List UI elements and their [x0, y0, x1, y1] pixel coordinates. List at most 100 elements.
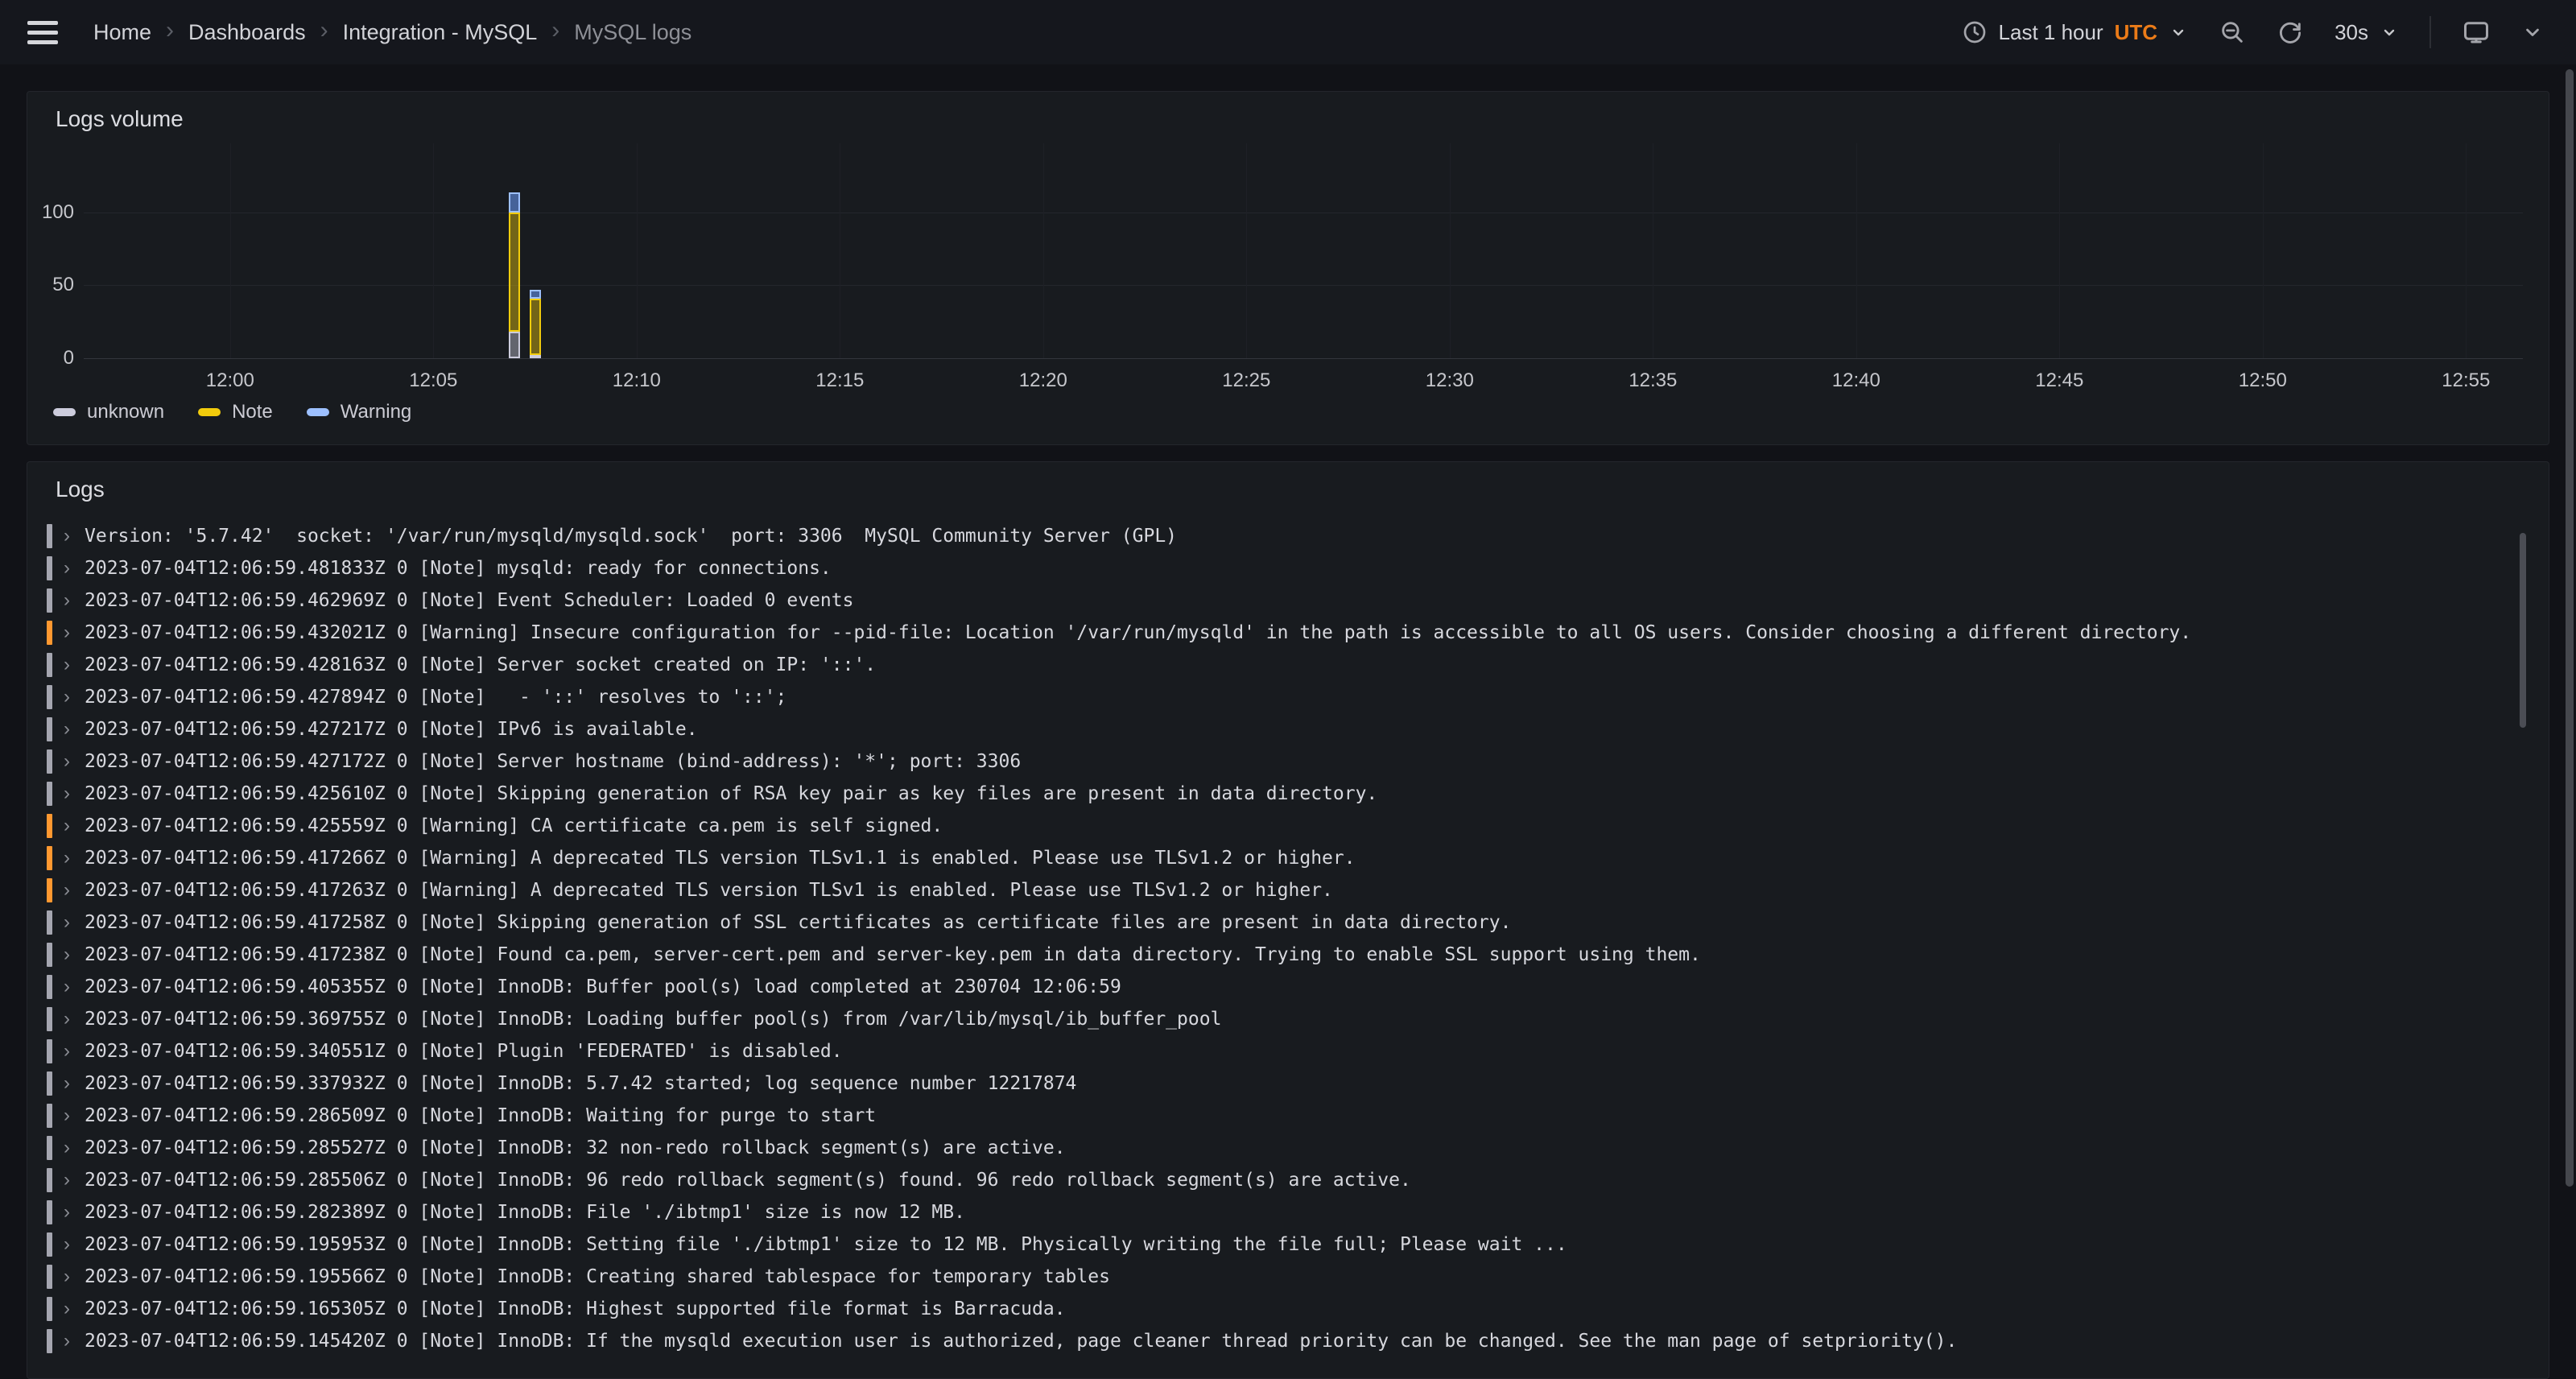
expand-row-icon[interactable]: ›	[64, 557, 85, 580]
log-level-indicator	[47, 1104, 52, 1128]
log-message: 2023-07-04T12:06:59.462969Z 0 [Note] Eve…	[85, 590, 853, 611]
expand-row-icon[interactable]: ›	[64, 1298, 85, 1320]
breadcrumb-home[interactable]: Home	[93, 20, 151, 45]
log-row[interactable]: ›2023-07-04T12:06:59.417258Z 0 [Note] Sk…	[47, 906, 2500, 939]
log-row[interactable]: ›2023-07-04T12:06:59.369755Z 0 [Note] In…	[47, 1003, 2500, 1035]
time-range-picker[interactable]: Last 1 hour UTC	[1962, 19, 2189, 45]
top-nav-bar: Home › Dashboards › Integration - MySQL …	[0, 0, 2576, 64]
chevron-down-icon[interactable]	[2521, 21, 2544, 43]
log-level-indicator	[47, 1039, 52, 1063]
log-row[interactable]: ›2023-07-04T12:06:59.285527Z 0 [Note] In…	[47, 1132, 2500, 1164]
log-row[interactable]: ›2023-07-04T12:06:59.282389Z 0 [Note] In…	[47, 1196, 2500, 1228]
log-row[interactable]: ›2023-07-04T12:06:59.405355Z 0 [Note] In…	[47, 971, 2500, 1003]
expand-row-icon[interactable]: ›	[64, 718, 85, 741]
expand-row-icon[interactable]: ›	[64, 1201, 85, 1224]
log-row[interactable]: ›2023-07-04T12:06:59.195953Z 0 [Note] In…	[47, 1228, 2500, 1261]
log-level-indicator	[47, 1265, 52, 1289]
log-row[interactable]: ›2023-07-04T12:06:59.417238Z 0 [Note] Fo…	[47, 939, 2500, 971]
log-row[interactable]: ›2023-07-04T12:06:59.432021Z 0 [Warning]…	[47, 617, 2500, 649]
expand-row-icon[interactable]: ›	[64, 1265, 85, 1288]
refresh-icon[interactable]	[2277, 19, 2304, 46]
legend-swatch	[307, 408, 329, 416]
log-level-indicator	[47, 1232, 52, 1257]
log-row[interactable]: ›Version: '5.7.42' socket: '/var/run/mys…	[47, 520, 2500, 552]
log-row[interactable]: ›2023-07-04T12:06:59.417266Z 0 [Warning]…	[47, 842, 2500, 874]
log-row[interactable]: ›2023-07-04T12:06:59.427217Z 0 [Note] IP…	[47, 713, 2500, 745]
gridline	[2059, 143, 2060, 358]
expand-row-icon[interactable]: ›	[64, 1040, 85, 1063]
expand-row-icon[interactable]: ›	[64, 879, 85, 902]
bar-segment-unknown	[509, 332, 520, 358]
gridline	[1856, 143, 1857, 358]
expand-row-icon[interactable]: ›	[64, 654, 85, 676]
expand-row-icon[interactable]: ›	[64, 911, 85, 934]
log-message: 2023-07-04T12:06:59.145420Z 0 [Note] Inn…	[85, 1331, 1957, 1352]
expand-row-icon[interactable]: ›	[64, 1137, 85, 1159]
log-row[interactable]: ›2023-07-04T12:06:59.165305Z 0 [Note] In…	[47, 1293, 2500, 1325]
expand-row-icon[interactable]: ›	[64, 686, 85, 708]
gridline	[1246, 143, 1247, 358]
expand-row-icon[interactable]: ›	[64, 943, 85, 966]
expand-row-icon[interactable]: ›	[64, 815, 85, 837]
expand-row-icon[interactable]: ›	[64, 621, 85, 644]
zoom-out-icon[interactable]	[2219, 19, 2246, 46]
menu-icon[interactable]	[27, 21, 58, 44]
refresh-interval-picker[interactable]: 30s	[2334, 20, 2399, 45]
expand-row-icon[interactable]: ›	[64, 1104, 85, 1127]
bar-segment-note	[509, 213, 520, 332]
legend-item-warning[interactable]: Warning	[307, 401, 411, 423]
expand-row-icon[interactable]: ›	[64, 976, 85, 998]
log-level-indicator	[47, 782, 52, 806]
log-level-indicator	[47, 653, 52, 677]
x-axis-tick-label: 12:45	[2003, 370, 2116, 392]
log-row[interactable]: ›2023-07-04T12:06:59.428163Z 0 [Note] Se…	[47, 649, 2500, 681]
log-message: 2023-07-04T12:06:59.425610Z 0 [Note] Ski…	[85, 783, 1377, 804]
y-axis-tick-label: 0	[27, 347, 74, 370]
log-row[interactable]: ›2023-07-04T12:06:59.425610Z 0 [Note] Sk…	[47, 778, 2500, 810]
breadcrumb-mysql-logs: MySQL logs	[574, 20, 691, 45]
log-row[interactable]: ›2023-07-04T12:06:59.425559Z 0 [Warning]…	[47, 810, 2500, 842]
log-row[interactable]: ›2023-07-04T12:06:59.286509Z 0 [Note] In…	[47, 1100, 2500, 1132]
log-row[interactable]: ›2023-07-04T12:06:59.337932Z 0 [Note] In…	[47, 1067, 2500, 1100]
breadcrumb-integration-mysql[interactable]: Integration - MySQL	[343, 20, 538, 45]
log-level-indicator	[47, 556, 52, 580]
expand-row-icon[interactable]: ›	[64, 1330, 85, 1352]
log-level-indicator	[47, 1071, 52, 1096]
log-row[interactable]: ›2023-07-04T12:06:59.195566Z 0 [Note] In…	[47, 1261, 2500, 1293]
expand-row-icon[interactable]: ›	[64, 750, 85, 773]
log-message: 2023-07-04T12:06:59.432021Z 0 [Warning] …	[85, 622, 2191, 643]
log-level-indicator	[47, 1168, 52, 1192]
logs-volume-chart-plot[interactable]	[84, 166, 2523, 358]
expand-row-icon[interactable]: ›	[64, 1008, 85, 1030]
log-row[interactable]: ›2023-07-04T12:06:59.427894Z 0 [Note] - …	[47, 681, 2500, 713]
panel-title[interactable]: Logs volume	[56, 106, 184, 132]
expand-row-icon[interactable]: ›	[64, 525, 85, 547]
log-level-indicator	[47, 910, 52, 935]
log-row[interactable]: ›2023-07-04T12:06:59.481833Z 0 [Note] my…	[47, 552, 2500, 584]
legend-item-note[interactable]: Note	[198, 401, 273, 423]
legend-label: Warning	[341, 401, 411, 423]
monitor-icon[interactable]	[2462, 18, 2491, 47]
log-row[interactable]: ›2023-07-04T12:06:59.462969Z 0 [Note] Ev…	[47, 584, 2500, 617]
log-row[interactable]: ›2023-07-04T12:06:59.285506Z 0 [Note] In…	[47, 1164, 2500, 1196]
gridline	[2263, 143, 2264, 358]
expand-row-icon[interactable]: ›	[64, 782, 85, 805]
expand-row-icon[interactable]: ›	[64, 1169, 85, 1191]
page-scrollbar-thumb[interactable]	[2566, 69, 2574, 1187]
expand-row-icon[interactable]: ›	[64, 847, 85, 869]
legend-item-unknown[interactable]: unknown	[53, 401, 164, 423]
log-row[interactable]: ›2023-07-04T12:06:59.340551Z 0 [Note] Pl…	[47, 1035, 2500, 1067]
legend-label: Note	[232, 401, 273, 423]
expand-row-icon[interactable]: ›	[64, 1072, 85, 1095]
log-level-indicator	[47, 814, 52, 838]
log-row[interactable]: ›2023-07-04T12:06:59.145420Z 0 [Note] In…	[47, 1325, 2500, 1357]
panel-title[interactable]: Logs	[56, 477, 105, 502]
log-row[interactable]: ›2023-07-04T12:06:59.427172Z 0 [Note] Se…	[47, 745, 2500, 778]
expand-row-icon[interactable]: ›	[64, 589, 85, 612]
logs-scrollbar-thumb[interactable]	[2520, 533, 2526, 728]
breadcrumb-dashboards[interactable]: Dashboards	[188, 20, 306, 45]
nav-toolbar: Last 1 hour UTC 30s	[1962, 16, 2544, 48]
expand-row-icon[interactable]: ›	[64, 1233, 85, 1256]
x-axis-tick-label: 12:50	[2207, 370, 2319, 392]
log-row[interactable]: ›2023-07-04T12:06:59.417263Z 0 [Warning]…	[47, 874, 2500, 906]
